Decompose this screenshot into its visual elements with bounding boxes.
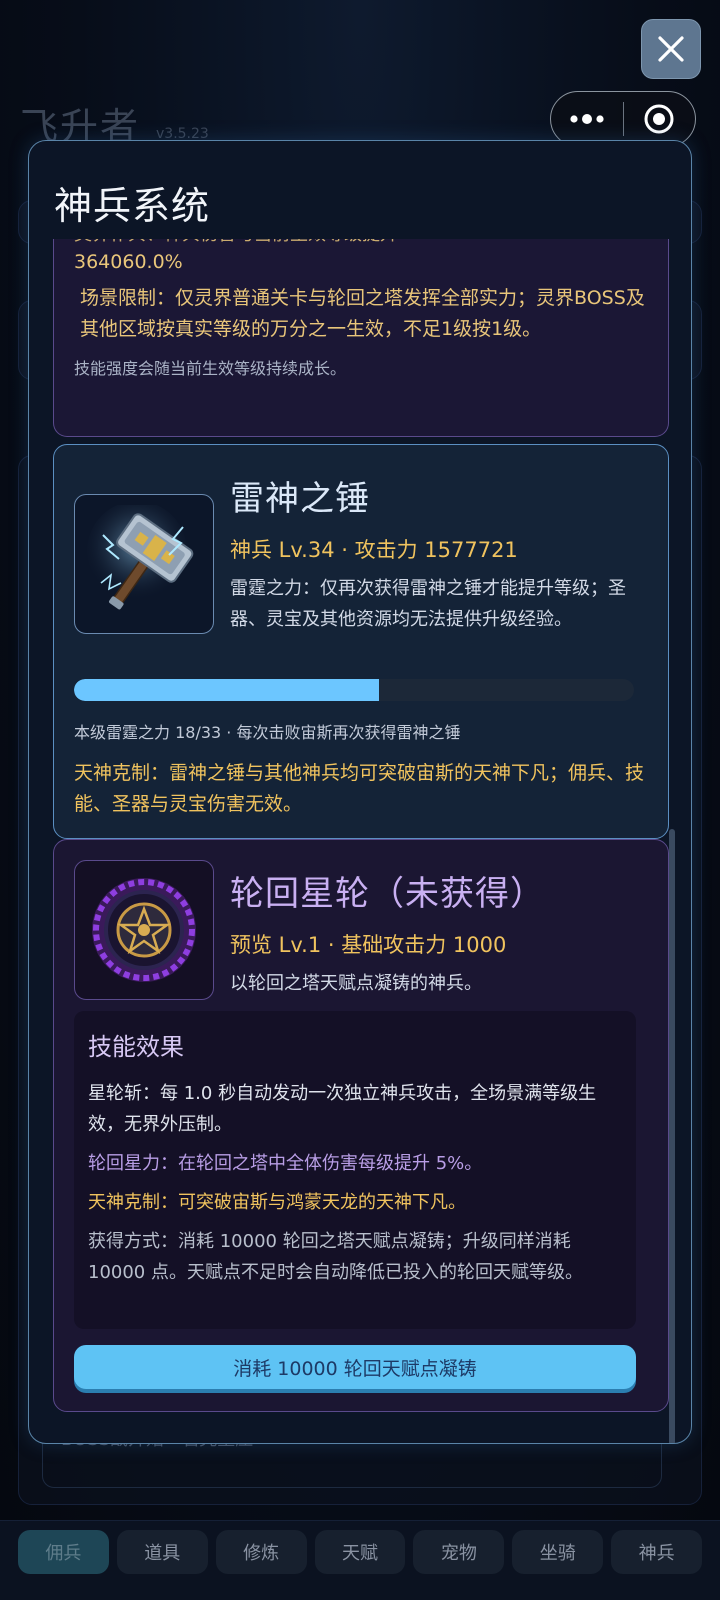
nav-tab-items[interactable]: 道具 — [116, 1530, 208, 1574]
more-dots-icon — [570, 114, 604, 124]
star-wheel-description: 以轮回之塔天赋点凝铸的神兵。 — [230, 973, 482, 994]
hammer-name: 雷神之锤 — [230, 479, 370, 519]
modal-title: 神兵系统 — [54, 184, 211, 228]
growth-note: 技能强度会随当前生效等级持续成长。 — [74, 359, 347, 378]
nav-tab-pets[interactable]: 宠物 — [413, 1530, 505, 1574]
hammer-icon — [74, 494, 214, 634]
star-wheel-name: 轮回星轮（未获得） — [230, 874, 545, 914]
effect-divine-counter: 天神克制：可突破宙斯与鸿蒙天龙的天神下凡。 — [88, 1192, 466, 1213]
scrollbar[interactable] — [669, 829, 675, 1443]
hammer-description: 雷霆之力：仅再次获得雷神之锤才能提升等级；圣器、灵宝及其他资源均无法提供升级经验… — [230, 578, 626, 630]
weapon-card-star-wheel: 轮回星轮（未获得） 预览 Lv.1 · 基础攻击力 1000 以轮回之塔天赋点凝… — [53, 839, 669, 1412]
thunder-level-info: 本级雷霆之力 18/33 · 每次击败宙斯再次获得雷神之锤 — [74, 723, 461, 742]
effect-star-slash: 星轮斩：每 1.0 秒自动发动一次独立神兵攻击，全场景满等级生效，无界外压制。 — [88, 1083, 597, 1135]
scene-limit-text: 场景限制：仅灵界普通关卡与轮回之塔发挥全部实力；灵界BOSS及其他区域按真实等级… — [80, 287, 645, 340]
hammer-image — [87, 505, 194, 610]
thunder-power-progress — [74, 679, 634, 701]
nav-tab-mercenary[interactable]: 佣兵 — [18, 1530, 109, 1574]
previous-weapon-card: 灵界仆兵、神兵伤害与当前生效等级提升 364060.0% 场景限制：仅灵界普通关… — [53, 239, 669, 437]
bonus-value: 364060.0% — [74, 251, 183, 273]
star-wheel-stats: 预览 Lv.1 · 基础攻击力 1000 — [230, 933, 507, 957]
nav-tab-divine-weapon[interactable]: 神兵 — [611, 1530, 703, 1574]
modal-scroll-area[interactable]: 灵界仆兵、神兵伤害与当前生效等级提升 364060.0% 场景限制：仅灵界普通关… — [29, 239, 691, 1443]
bonus-label: 灵界仆兵、神兵伤害与当前生效等级提升 — [74, 239, 648, 249]
close-icon — [658, 36, 684, 62]
bottom-nav: 佣兵 道具 修炼 天赋 宠物 坐骑 神兵 — [0, 1520, 720, 1600]
hammer-stats: 神兵 Lv.34 · 攻击力 1577721 — [230, 538, 518, 562]
nav-tab-talent[interactable]: 天赋 — [314, 1530, 406, 1574]
more-button[interactable] — [551, 92, 623, 146]
exit-miniprogram-button[interactable] — [624, 92, 696, 146]
close-button[interactable] — [641, 19, 701, 79]
skill-effects-title: 技能效果 — [88, 1033, 184, 1061]
effect-reincarnation-power: 轮回星力：在轮回之塔中全体伤害每级提升 5%。 — [88, 1153, 483, 1174]
hammer-counter-text: 天神克制：雷神之锤与其他神兵均可突破宙斯的天神下凡；佣兵、技能、圣器与灵宝伤害无… — [74, 762, 645, 815]
star-wheel-image — [92, 878, 196, 982]
thunder-power-progress-fill — [74, 679, 380, 701]
divine-weapon-modal: 神兵系统 灵界仆兵、神兵伤害与当前生效等级提升 364060.0% 场景限制：仅… — [28, 140, 692, 1444]
skill-effects-panel: 技能效果 星轮斩：每 1.0 秒自动发动一次独立神兵攻击，全场景满等级生效，无界… — [74, 1011, 636, 1329]
target-icon — [644, 104, 674, 134]
star-wheel-icon — [74, 860, 214, 1000]
miniprogram-capsule — [550, 91, 696, 147]
nav-tab-mounts[interactable]: 坐骑 — [512, 1530, 604, 1574]
forge-button[interactable]: 消耗 10000 轮回天赋点凝铸 — [74, 1345, 636, 1389]
weapon-card-hammer: 雷神之锤 神兵 Lv.34 · 攻击力 1577721 雷霆之力：仅再次获得雷神… — [53, 444, 669, 839]
nav-tab-cultivation[interactable]: 修炼 — [215, 1530, 307, 1574]
effect-acquisition: 获得方式：消耗 10000 轮回之塔天赋点凝铸；升级同样消耗 10000 点。天… — [88, 1231, 583, 1283]
